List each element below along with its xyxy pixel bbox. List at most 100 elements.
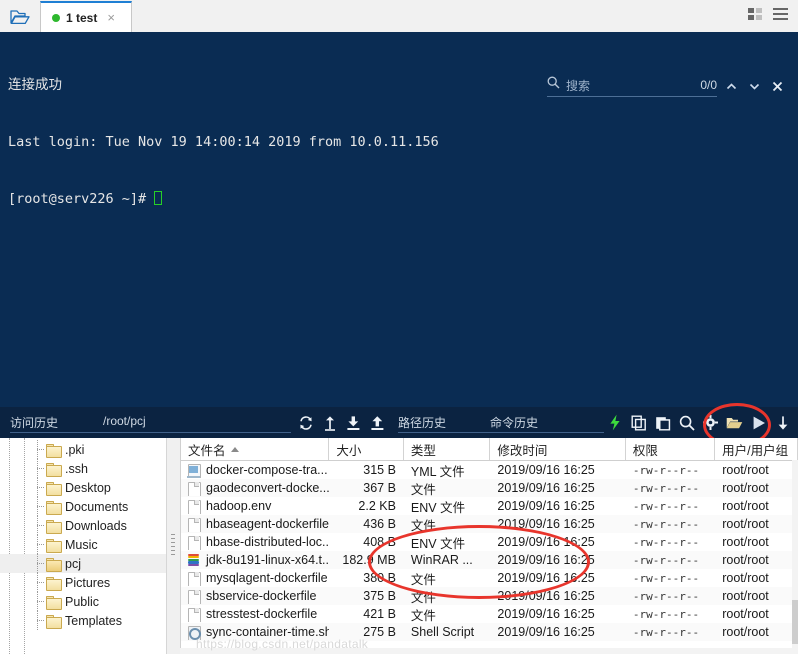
parent-folder-icon[interactable] — [321, 414, 338, 431]
explorer-panes: .pki .ssh Desktop Documents Downloads Music pc… — [0, 438, 798, 654]
terminal-pane[interactable]: 连接成功 Last login: Tue Nov 19 14:00:14 201… — [0, 32, 798, 407]
search-input[interactable]: 搜索 0/0 — [547, 76, 717, 97]
tree-item-Public[interactable]: Public — [0, 592, 166, 611]
upload-icon[interactable] — [369, 414, 386, 431]
cell-time: 2019/09/16 16:25 — [497, 589, 595, 603]
tree-item-Templates[interactable]: Templates — [0, 611, 166, 630]
tree-item-label: .ssh — [65, 461, 88, 476]
download-icon[interactable] — [345, 414, 362, 431]
cell-perm: -rw-r--r-- — [632, 589, 700, 603]
column-header-2[interactable]: 类型 — [404, 438, 491, 460]
cell-owner: root/root — [722, 607, 769, 621]
cell-name: docker-compose-tra... — [181, 463, 329, 478]
lightning-icon[interactable] — [606, 414, 623, 431]
grid-view-icon[interactable] — [748, 7, 764, 26]
cell-type: ENV 文件 — [410, 536, 466, 551]
table-row[interactable]: sync-container-time.sh 275 B Shell Script 2… — [181, 623, 798, 641]
tree-item-label: Public — [65, 594, 100, 609]
run-icon[interactable] — [750, 414, 767, 431]
cell-time: 2019/09/16 16:25 — [497, 535, 595, 549]
cell-name: gaodeconvert-docke... — [181, 481, 329, 496]
column-header-0[interactable]: 文件名 — [181, 438, 330, 460]
search-close-icon[interactable] — [769, 78, 786, 95]
file-list-body: docker-compose-tra... 315 B YML 文件 2019/09/… — [181, 461, 798, 641]
table-row[interactable]: jdk-8u191-linux-x64.t... 182.9 MB WinRAR .… — [181, 551, 798, 569]
file-list-horizontal-scrollbar[interactable] — [180, 648, 798, 654]
table-row[interactable]: stresstest-dockerfile 421 B 文件 2019/09/16 1… — [181, 605, 798, 623]
tree-item-label: Music — [65, 537, 98, 552]
tree-item-Documents[interactable]: Documents — [0, 497, 166, 516]
path-input[interactable]: /root/pcj — [103, 414, 291, 433]
cell-size: 408 B — [363, 535, 396, 549]
file-icon — [187, 499, 201, 514]
scrollbar-thumb[interactable] — [792, 600, 798, 644]
table-row[interactable]: hadoop.env 2.2 KB ENV 文件 2019/09/16 16:25 -r… — [181, 497, 798, 515]
tree-item-Pictures[interactable]: Pictures — [0, 573, 166, 592]
command-history-field[interactable]: 命令历史 — [490, 414, 604, 433]
tree-guide-stub — [37, 506, 44, 508]
tree-item-Music[interactable]: Music — [0, 535, 166, 554]
file-name-label: mysqlagent-dockerfile — [206, 571, 328, 585]
save-icon[interactable] — [774, 414, 791, 431]
tree-guide-stub — [37, 544, 44, 546]
tree-item-Desktop[interactable]: Desktop — [0, 478, 166, 497]
file-toolbar: 访问历史 /root/pcj 路径历史 命令历史 — [0, 407, 798, 438]
column-header-label: 用户/用户组 — [722, 443, 789, 458]
table-row[interactable]: docker-compose-tra... 315 B YML 文件 2019/09/… — [181, 461, 798, 479]
search-next-icon[interactable] — [746, 78, 763, 95]
tree-item-label: Downloads — [65, 518, 127, 533]
column-header-1[interactable]: 大小 — [329, 438, 404, 460]
tree-item-dot-ssh[interactable]: .ssh — [0, 459, 166, 478]
table-row[interactable]: gaodeconvert-docke... 367 B 文件 2019/09/16 1… — [181, 479, 798, 497]
path-history-field[interactable]: 路径历史 — [398, 414, 490, 433]
tree-item-dot-pki[interactable]: .pki — [0, 440, 166, 459]
search-prev-icon[interactable] — [723, 78, 740, 95]
cell-size: 380 B — [363, 571, 396, 585]
copy-icon[interactable] — [630, 414, 647, 431]
folder-icon — [46, 500, 62, 515]
cell-size: 275 B — [363, 625, 396, 639]
session-tab[interactable]: 1 test × — [40, 1, 132, 32]
cell-name: sbservice-dockerfile — [181, 589, 329, 604]
column-header-5[interactable]: 用户/用户组 — [715, 438, 798, 460]
pane-splitter[interactable] — [167, 438, 181, 654]
terminal-cursor — [154, 191, 163, 205]
search-icon — [547, 76, 560, 94]
directory-tree-pane[interactable]: .pki .ssh Desktop Documents Downloads Music pc… — [0, 438, 167, 654]
list-view-icon[interactable] — [773, 7, 788, 26]
search-icon[interactable] — [678, 414, 695, 431]
column-header-label: 文件名 — [188, 443, 226, 458]
paste-icon[interactable] — [654, 414, 671, 431]
tree-item-pcj[interactable]: pcj — [0, 554, 166, 573]
tree-item-label: Documents — [65, 499, 129, 514]
splitter-grip[interactable] — [171, 534, 175, 558]
gear-icon[interactable] — [702, 414, 719, 431]
column-header-4[interactable]: 权限 — [626, 438, 716, 460]
cell-perm: -rw-r--r-- — [632, 499, 700, 513]
terminal-output: 连接成功 Last login: Tue Nov 19 14:00:14 201… — [8, 38, 439, 247]
file-list-pane[interactable]: 文件名 大小 类型 修改时间 权限 用户/用户组 docker-compose-tra..… — [181, 438, 798, 654]
file-list-vertical-scrollbar[interactable] — [792, 460, 798, 648]
file-name-label: sync-container-time.sh — [206, 625, 330, 639]
open-session-folder-icon[interactable] — [0, 1, 40, 32]
column-header-3[interactable]: 修改时间 — [490, 438, 626, 460]
close-tab-icon[interactable]: × — [107, 11, 115, 24]
search-placeholder: 搜索 — [566, 78, 591, 93]
tree-guide-stub — [37, 449, 44, 451]
refresh-icon[interactable] — [297, 414, 314, 431]
open-folder-icon[interactable] — [726, 414, 743, 431]
table-row[interactable]: sbservice-dockerfile 375 B 文件 2019/09/16 16… — [181, 587, 798, 605]
tree-guide-stub — [37, 601, 44, 603]
cell-type: 文件 — [410, 572, 436, 587]
table-row[interactable]: mysqlagent-dockerfile 380 B 文件 2019/09/16 1… — [181, 569, 798, 587]
cell-type: YML 文件 — [410, 464, 465, 479]
cell-size: 182.9 MB — [342, 553, 396, 567]
sort-ascending-icon — [230, 446, 239, 452]
folder-icon — [46, 462, 62, 477]
tree-item-Downloads[interactable]: Downloads — [0, 516, 166, 535]
table-row[interactable]: hbase-distributed-loc... 408 B ENV 文件 2019/… — [181, 533, 798, 551]
cell-owner: root/root — [722, 481, 769, 495]
table-row[interactable]: hbaseagent-dockerfile 436 B 文件 2019/09/16 1… — [181, 515, 798, 533]
cell-perm: -rw-r--r-- — [632, 571, 700, 585]
visit-history-field[interactable]: 访问历史 — [10, 414, 103, 433]
